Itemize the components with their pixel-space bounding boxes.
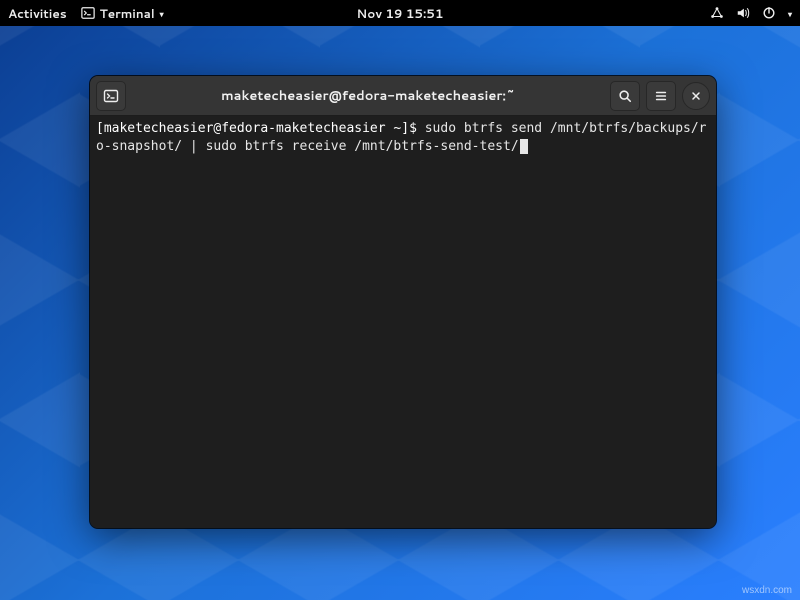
terminal-icon [103,88,119,104]
watermark: wsxdn.com [742,585,792,596]
menu-button[interactable] [646,81,676,111]
network-icon [710,6,724,20]
new-tab-button[interactable] [96,81,126,111]
terminal-window: maketecheasier@fedora-maketecheasier:~ [… [90,76,716,528]
terminal-content[interactable]: [maketecheasier@fedora-maketecheasier ~]… [90,116,716,528]
text-cursor [520,139,528,154]
hamburger-icon [654,89,668,103]
window-title: maketecheasier@fedora-maketecheasier:~ [132,87,604,105]
activities-button[interactable]: Activities [8,5,67,22]
system-status-area[interactable]: ▾ [710,6,792,20]
close-icon [690,90,702,102]
shell-prompt: [maketecheasier@fedora-maketecheasier ~]… [96,121,425,136]
terminal-icon [81,6,95,20]
search-button[interactable] [610,81,640,111]
gnome-top-bar: Activities Terminal ▾ Nov 19 15:51 ▾ [0,0,800,26]
chevron-down-icon: ▾ [160,8,164,20]
app-menu-label: Terminal [100,5,155,22]
app-menu[interactable]: Terminal ▾ [81,5,164,22]
power-icon [762,6,776,20]
volume-icon [736,6,750,20]
close-button[interactable] [682,82,710,110]
search-icon [618,89,632,103]
chevron-down-icon: ▾ [788,8,792,20]
clock[interactable]: Nov 19 15:51 [357,5,444,22]
window-titlebar[interactable]: maketecheasier@fedora-maketecheasier:~ [90,76,716,116]
